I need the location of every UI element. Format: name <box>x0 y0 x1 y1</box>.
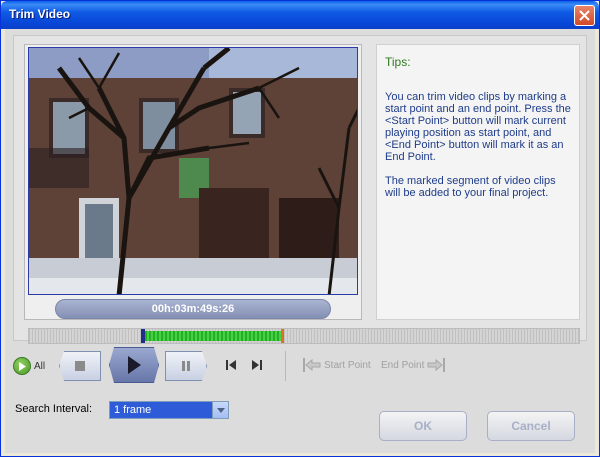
previous-frame-button[interactable] <box>223 357 239 373</box>
playback-controls: All Start Point End Point <box>13 347 587 383</box>
search-interval-select[interactable]: 1 frame <box>109 401 229 419</box>
tips-paragraph-1: You can trim video clips by marking a st… <box>385 91 571 163</box>
end-point-icon <box>427 358 446 372</box>
start-point-icon <box>303 358 321 372</box>
stop-button[interactable] <box>59 351 101 381</box>
cancel-button[interactable]: Cancel <box>487 411 575 441</box>
start-point-button[interactable]: Start Point <box>303 357 371 373</box>
pause-button[interactable] <box>165 351 207 381</box>
ok-button[interactable]: OK <box>379 411 467 441</box>
trim-selection <box>145 331 281 341</box>
trim-video-dialog: Trim Video 00h:03m:49s:26 Tips: You can … <box>0 0 600 457</box>
tips-paragraph-2: The marked segment of video clips will b… <box>385 175 556 199</box>
tips-title: Tips: <box>385 55 411 69</box>
play-icon <box>128 356 141 374</box>
window-title: Trim Video <box>9 7 71 21</box>
tips-panel: Tips: You can trim video clips by markin… <box>376 44 580 320</box>
play-button[interactable] <box>109 347 159 383</box>
pause-icon <box>182 361 190 371</box>
preview-area: 00h:03m:49s:26 Tips: You can trim video … <box>13 35 587 344</box>
play-all-button[interactable]: All <box>13 357 45 375</box>
chevron-down-icon[interactable] <box>212 402 228 418</box>
next-frame-button[interactable] <box>249 357 265 373</box>
title-bar[interactable]: Trim Video <box>1 1 599 29</box>
dialog-footer: Search Interval: 1 frame OK Cancel <box>5 389 595 453</box>
close-button[interactable] <box>574 5 595 26</box>
video-frame: 00h:03m:49s:26 <box>24 44 362 320</box>
end-marker-handle[interactable] <box>281 329 284 343</box>
next-frame-icon <box>252 360 262 370</box>
play-all-label: All <box>34 360 46 372</box>
stop-icon <box>75 361 85 371</box>
search-interval-value: 1 frame <box>114 404 152 416</box>
start-marker-handle[interactable] <box>141 329 145 343</box>
controls-divider <box>285 351 286 381</box>
video-preview <box>28 47 358 295</box>
end-point-button[interactable]: End Point <box>381 357 446 373</box>
timecode-display: 00h:03m:49s:26 <box>55 299 331 319</box>
close-icon <box>579 10 590 21</box>
start-point-label: Start Point <box>324 359 371 371</box>
play-all-icon <box>13 357 31 375</box>
previous-frame-icon <box>226 360 236 370</box>
search-interval-label: Search Interval: <box>15 403 93 415</box>
end-point-label: End Point <box>381 359 425 371</box>
dialog-body: 00h:03m:49s:26 Tips: You can trim video … <box>5 29 595 453</box>
timeline-track[interactable] <box>28 328 580 344</box>
